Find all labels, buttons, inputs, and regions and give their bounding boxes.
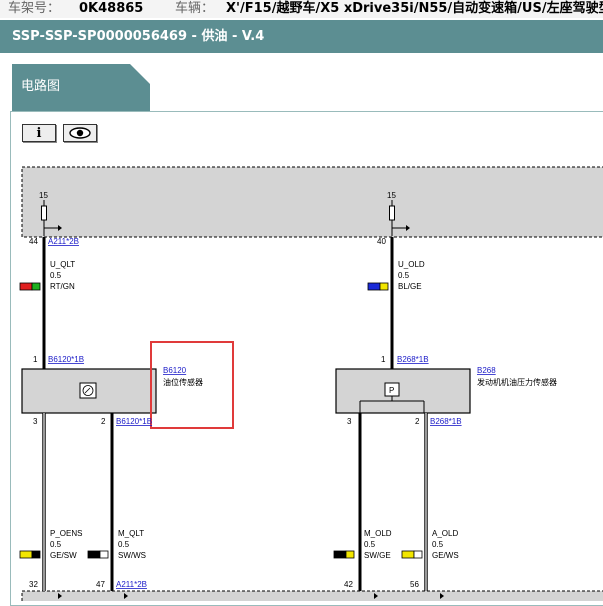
- frame-value: 0K48865: [79, 1, 144, 16]
- eye-icon: [69, 127, 91, 139]
- view-button[interactable]: [63, 124, 97, 142]
- document-title: SSP-SSP-SP0000056469 - 供油 - V.4: [0, 20, 603, 53]
- vehicle-info-bar: 车架号： 0K48865 车辆： X'/F15/越野车/X5 xDrive35i…: [0, 0, 603, 18]
- diagram-panel: [10, 111, 603, 606]
- info-icon: i: [36, 125, 42, 141]
- vehicle-label: 车辆：: [175, 1, 215, 16]
- info-button[interactable]: i: [22, 124, 56, 142]
- vehicle-value: X'/F15/越野车/X5 xDrive35i/N55/自动变速箱/US/左座驾…: [226, 1, 603, 16]
- frame-label: 车架号：: [8, 1, 61, 16]
- tab-row: 电路图: [0, 53, 603, 112]
- tab-circuit-diagram[interactable]: 电路图: [12, 64, 150, 112]
